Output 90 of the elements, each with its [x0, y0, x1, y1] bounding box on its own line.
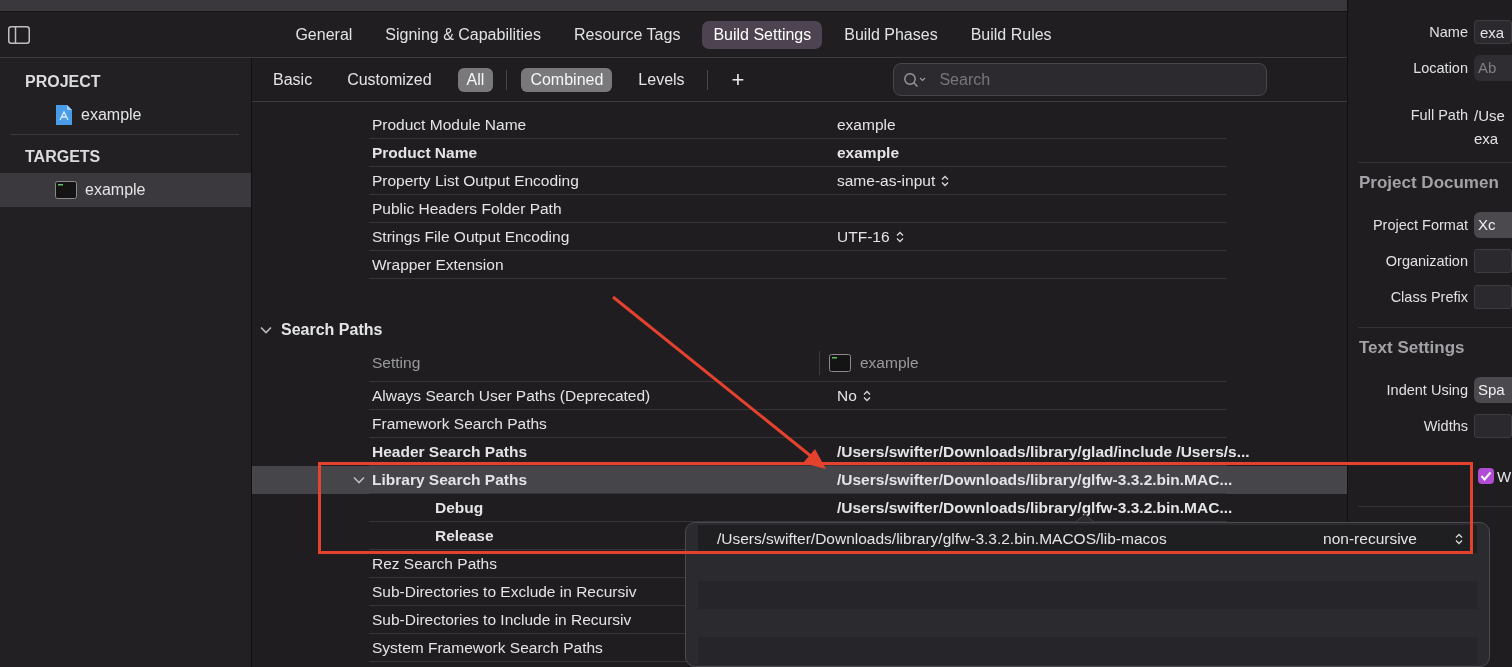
setting-name: Rez Search Paths	[372, 554, 497, 572]
updown-chevron-icon[interactable]	[941, 174, 950, 187]
section-title: Search Paths	[281, 321, 383, 339]
value-popup[interactable]: No	[837, 386, 871, 405]
field-label: Name	[1429, 24, 1468, 40]
setting-value: example	[837, 143, 900, 162]
text-field[interactable]	[1474, 249, 1512, 273]
setting-name: Release	[434, 526, 494, 544]
setting-name: Public Headers Folder Path	[372, 199, 562, 217]
setting-row[interactable]: Product Name example	[252, 139, 1347, 167]
path-text: /Use	[1474, 106, 1505, 126]
view-button[interactable]: Levels	[629, 67, 694, 92]
setting-name: Header Search Paths	[372, 442, 528, 460]
checkmark-icon	[1480, 471, 1492, 481]
document-icon	[55, 104, 73, 126]
path-text: exa	[1474, 129, 1499, 149]
setting-name: Sub-Directories to Exclude in Recursiv	[372, 582, 637, 600]
filter-button[interactable]: Basic	[264, 67, 322, 92]
setting-name: Property List Output Encoding	[372, 171, 579, 189]
section-heading: TARGETS	[24, 147, 102, 167]
value-popup[interactable]: UTF-16	[837, 227, 904, 246]
terminal-icon	[829, 353, 851, 372]
setting-name: Sub-Directories to Include in Recursiv	[372, 610, 632, 628]
tab[interactable]: Signing & Capabilities	[374, 20, 552, 49]
column-header: example	[860, 353, 919, 372]
setting-name: Debug	[434, 498, 484, 516]
field-label: Project Format	[1372, 217, 1468, 233]
setting-row[interactable]: Property List Output Encoding same-as-input	[252, 167, 1347, 195]
setting-name: Library Search Paths	[372, 470, 528, 488]
setting-value: example	[837, 115, 896, 134]
tab[interactable]: Build Phases	[833, 20, 949, 49]
setting-name: Strings File Output Encoding	[372, 227, 570, 245]
updown-chevron-icon[interactable]	[1455, 533, 1463, 545]
view-button[interactable]: Combined	[521, 67, 613, 92]
checkbox-label: W	[1497, 467, 1512, 485]
text-field[interactable]	[1474, 285, 1512, 309]
popup-button[interactable]: Xc	[1474, 212, 1512, 238]
setting-row[interactable]: Framework Search Paths	[252, 410, 1347, 438]
filter-button[interactable]: Customized	[338, 67, 441, 92]
section-heading: Text Settings	[1359, 337, 1466, 359]
tab[interactable]: Build Settings	[702, 20, 823, 49]
tab[interactable]: General	[284, 20, 364, 49]
setting-name: Always Search User Paths (Deprecated)	[372, 386, 651, 404]
field-label: Class Prefix	[1390, 289, 1468, 305]
item-label: example	[81, 106, 142, 124]
mode-popup[interactable]: non-recursive	[1323, 530, 1463, 548]
setting-row[interactable]: Product Module Name example	[252, 111, 1347, 139]
field-label: Widths	[1423, 418, 1468, 434]
field-label: Location	[1413, 60, 1468, 76]
setting-name: Product Name	[372, 143, 478, 161]
field-label: Organization	[1385, 253, 1468, 269]
updown-chevron-icon[interactable]	[862, 389, 871, 402]
text-field[interactable]: exa	[1474, 20, 1512, 44]
setting-name: System Framework Search Paths	[372, 638, 603, 656]
disclosure-chevron-icon[interactable]	[353, 476, 365, 484]
text-field[interactable]	[1474, 414, 1512, 438]
sidebar-item[interactable]: example	[0, 98, 251, 132]
column-header: Setting	[372, 353, 421, 371]
item-label: example	[85, 181, 146, 199]
popup-button[interactable]: Spa	[1474, 377, 1512, 403]
add-button[interactable]: +	[731, 66, 745, 93]
updown-chevron-icon[interactable]	[895, 230, 904, 243]
filter-button[interactable]: All	[457, 67, 494, 92]
disclosure-chevron-icon[interactable]	[260, 326, 272, 334]
field-label: Full Path	[1410, 107, 1468, 123]
sidebar-toggle-icon[interactable]	[8, 25, 30, 44]
setting-value: /Users/swifter/Downloads/library/glfw-3.3.2.bin.MAC...	[837, 470, 1233, 489]
path-row[interactable]: /Users/swifter/Downloads/library/glfw-3.3.2.bin.MACOS/lib-macos non-recursive	[698, 525, 1477, 553]
sidebar-item[interactable]: example	[0, 173, 251, 207]
tab[interactable]: Build Rules	[959, 20, 1063, 49]
search-field[interactable]: Search	[893, 63, 1268, 96]
value-popup[interactable]: same-as-input	[837, 171, 950, 190]
section-heading: Project Documen	[1359, 172, 1500, 194]
setting-row[interactable]: Public Headers Folder Path	[252, 195, 1347, 223]
section-heading: PROJECT	[24, 72, 102, 92]
setting-value: /Users/swifter/Downloads/library/glfw-3.3.2.bin.MAC...	[837, 498, 1233, 517]
path-value[interactable]: /Users/swifter/Downloads/library/glfw-3.3.2.bin.MACOS/lib-macos	[717, 530, 1324, 548]
setting-name: Framework Search Paths	[372, 414, 547, 432]
section-header[interactable]: Search Paths	[252, 316, 1347, 344]
setting-value: /Users/swifter/Downloads/library/glad/include /Users/s...	[837, 442, 1250, 461]
checkbox[interactable]	[1478, 468, 1494, 484]
setting-row[interactable]: Library Search Paths /Users/swifter/Downloads/library/glfw-3.3.2.bin.MAC...	[252, 466, 1347, 494]
setting-row[interactable]: Strings File Output Encoding UTF-16	[252, 223, 1347, 251]
terminal-icon	[55, 181, 77, 199]
setting-name: Wrapper Extension	[372, 255, 504, 273]
setting-name: Product Module Name	[372, 115, 527, 133]
setting-row[interactable]: Wrapper Extension	[252, 251, 1347, 279]
setting-row[interactable]: Always Search User Paths (Deprecated) No	[252, 382, 1347, 410]
field-label: Indent Using	[1386, 382, 1468, 398]
tab[interactable]: Resource Tags	[563, 20, 692, 49]
